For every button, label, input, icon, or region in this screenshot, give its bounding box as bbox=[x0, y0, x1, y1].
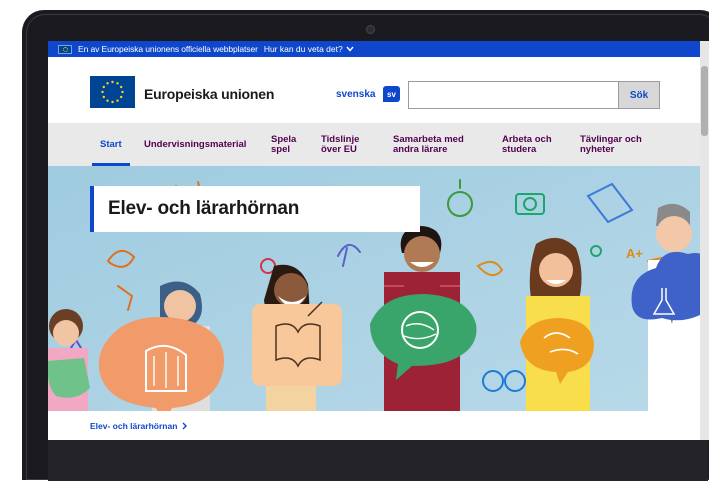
nav-item-tidslinje[interactable]: Tidslinje över EU bbox=[321, 123, 369, 166]
main-navigation: Start Undervisningsmaterial Spela spel T… bbox=[48, 123, 700, 166]
nav-label: Tidslinje över EU bbox=[321, 133, 360, 155]
nav-label: Spela spel bbox=[271, 133, 297, 155]
breadcrumb: Elev- och lärarhörnan bbox=[48, 411, 700, 440]
browser-screen: En av Europeiska unionens officiella web… bbox=[48, 41, 700, 440]
chevron-right-icon bbox=[182, 422, 188, 429]
hero-banner: A+ Elev- och lärarhörnan bbox=[48, 166, 700, 411]
nav-label: Undervisningsmaterial bbox=[144, 138, 247, 150]
site-header: Europeiska unionen svenska sv Sök bbox=[48, 57, 700, 123]
nav-label: Samarbeta med andra lärare bbox=[393, 133, 464, 155]
nav-item-tavlingar[interactable]: Tävlingar och nyheter bbox=[580, 123, 650, 166]
nav-item-arbeta-och-studera[interactable]: Arbeta och studera bbox=[502, 123, 558, 166]
eu-stars-icon bbox=[101, 80, 124, 104]
nav-item-undervisningsmaterial[interactable]: Undervisningsmaterial bbox=[144, 123, 246, 166]
vertical-scrollbar[interactable] bbox=[700, 41, 709, 440]
scrollbar-thumb[interactable] bbox=[701, 66, 708, 136]
search-button[interactable]: Sök bbox=[618, 81, 660, 109]
language-code-badge[interactable]: sv bbox=[383, 86, 400, 102]
nav-label: Arbeta och studera bbox=[502, 133, 552, 155]
search-input[interactable] bbox=[408, 81, 618, 109]
nav-item-start[interactable]: Start bbox=[92, 123, 130, 166]
official-site-text: En av Europeiska unionens officiella web… bbox=[78, 44, 258, 54]
breadcrumb-link[interactable]: Elev- och lärarhörnan bbox=[90, 421, 177, 431]
eu-flag-logo-icon[interactable] bbox=[90, 76, 135, 108]
hero-title-box: Elev- och lärarhörnan bbox=[90, 186, 420, 232]
laptop-screen-bottom-bezel bbox=[48, 440, 708, 481]
nav-item-samarbeta[interactable]: Samarbeta med andra lärare bbox=[393, 123, 473, 166]
webcam-icon bbox=[366, 25, 375, 34]
nav-label: Tävlingar och nyheter bbox=[580, 133, 642, 155]
svg-text:A+: A+ bbox=[626, 246, 643, 261]
chevron-down-icon bbox=[346, 46, 354, 52]
how-to-know-label: Hur kan du veta det? bbox=[263, 44, 343, 54]
nav-item-spela-spel[interactable]: Spela spel bbox=[271, 123, 305, 166]
eu-official-bar: En av Europeiska unionens officiella web… bbox=[48, 41, 700, 57]
how-to-know-link[interactable]: Hur kan du veta det? bbox=[264, 44, 354, 54]
language-selector[interactable]: svenska bbox=[336, 89, 375, 100]
eu-flag-small-icon bbox=[58, 44, 72, 54]
page-title: Elev- och lärarhörnan bbox=[108, 198, 300, 219]
site-name[interactable]: Europeiska unionen bbox=[144, 86, 274, 102]
nav-label: Start bbox=[100, 138, 122, 150]
laptop-mockup: En av Europeiska unionens officiella web… bbox=[0, 0, 709, 481]
